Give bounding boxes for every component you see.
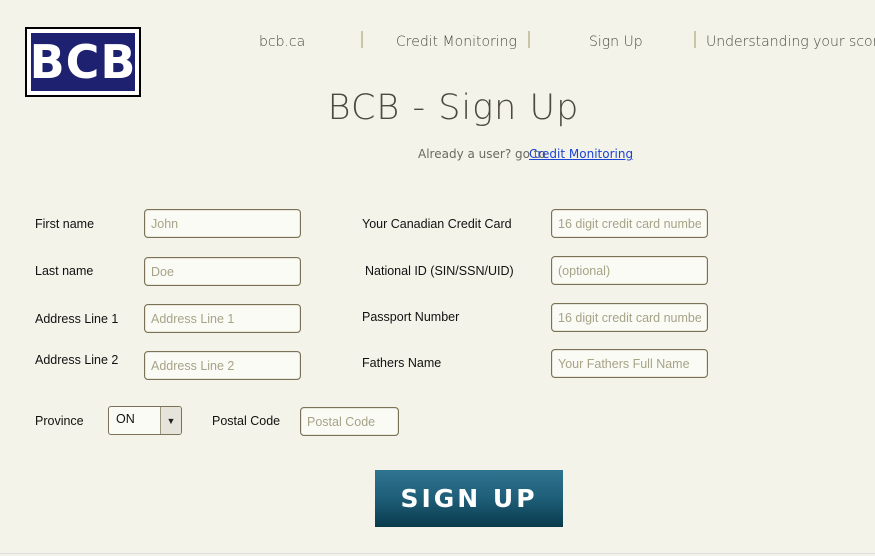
nav-link-bcb[interactable]: bcb.ca <box>259 34 305 50</box>
address-line-1-input[interactable] <box>144 304 301 333</box>
chevron-down-icon[interactable]: ▼ <box>160 407 181 434</box>
address-line-2-input[interactable] <box>144 351 301 380</box>
page-title: BCB - Sign Up <box>327 88 580 128</box>
credit-monitoring-link[interactable]: Credit Monitoring <box>529 147 633 161</box>
logo-text: BCB <box>29 33 137 91</box>
nav-link-understanding-score[interactable]: Understanding your score <box>706 34 875 50</box>
address-line-1-label: Address Line 1 <box>35 312 119 326</box>
credit-card-input[interactable] <box>551 209 708 238</box>
first-name-input[interactable] <box>144 209 301 238</box>
nav-link-credit-monitoring[interactable]: Credit Monitoring <box>396 34 517 50</box>
postal-code-input[interactable] <box>300 407 399 436</box>
sign-up-button[interactable]: SIGN UP <box>375 470 563 527</box>
nav-divider <box>361 31 363 48</box>
passport-number-input[interactable] <box>551 303 708 332</box>
nav-divider <box>694 31 696 48</box>
fathers-name-input[interactable] <box>551 349 708 378</box>
last-name-label: Last name <box>35 264 94 278</box>
province-selected-value: ON <box>116 412 135 426</box>
fathers-name-label: Fathers Name <box>362 356 442 370</box>
national-id-input[interactable] <box>551 256 708 285</box>
first-name-label: First name <box>35 217 95 231</box>
address-line-2-label: Address Line 2 <box>35 353 119 367</box>
credit-card-label: Your Canadian Credit Card <box>362 217 512 231</box>
nav-link-sign-up[interactable]: Sign Up <box>589 34 643 50</box>
page-bottom-divider <box>0 553 875 554</box>
province-label: Province <box>35 414 84 428</box>
last-name-input[interactable] <box>144 257 301 286</box>
province-select[interactable]: ON ▼ <box>108 406 182 435</box>
postal-code-label: Postal Code <box>212 414 281 428</box>
national-id-label: National ID (SIN/SSN/UID) <box>365 264 514 278</box>
bcb-logo[interactable]: BCB <box>25 27 141 97</box>
already-user-text: Already a user? go to <box>418 147 546 161</box>
passport-number-label: Passport Number <box>362 310 460 324</box>
nav-divider <box>528 31 530 48</box>
